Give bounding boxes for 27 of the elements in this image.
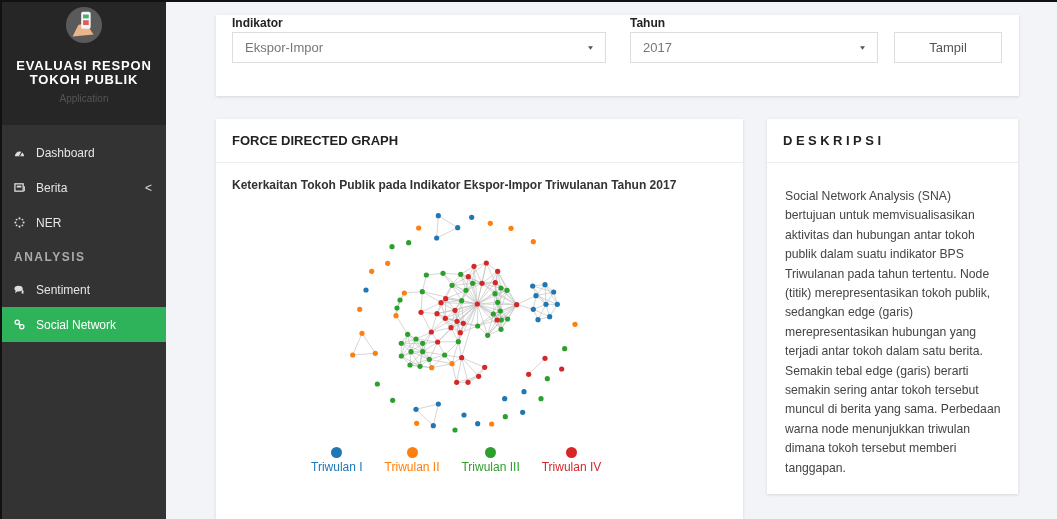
graph-subtitle: Keterkaitan Tokoh Publik pada Indikator Ekspor-Impor Triwulanan Tahun 2017 bbox=[231, 177, 678, 192]
indikator-select[interactable]: Ekspor-Impor bbox=[232, 32, 606, 63]
legend-label: Triwulan IV bbox=[541, 460, 602, 474]
caret-icon bbox=[588, 45, 593, 50]
comments-icon bbox=[14, 284, 25, 295]
field-label: Tahun bbox=[630, 16, 667, 30]
sidebar-item[interactable]: Sentiment bbox=[2, 272, 166, 307]
description-text: Social Network Analysis (SNA) bertujuan untuk memvisualisasikan aktivitas dan hubungan antar tokoh publik dalam suatu indikator BPS Triwulanan pada tahun tertentu. Node (titik) merepresentasikan tokoh publik, sedangkan edge (garis) merepresentasikan hubungan yang terjadi antar tokoh dalam satu berita. Semakin tebal edge (garis) berarti semakin sering antar tokoh tersebut muncul di berita yang sama. Perbedaan warna node menunjukkan triwulan dimana tokoh tersebut memberi tanggapan. bbox=[784, 188, 1002, 477]
field-label: Indikator bbox=[232, 16, 284, 30]
legend-label: Triwulan II bbox=[384, 460, 440, 474]
sidebar-item[interactable]: Dashboard bbox=[2, 135, 166, 170]
panel-title: FORCE DIRECTED GRAPH bbox=[232, 133, 399, 148]
chevron: < bbox=[145, 180, 152, 195]
tahun-select[interactable]: 2017 bbox=[630, 32, 878, 63]
link-icon bbox=[14, 319, 25, 330]
sidebar-item[interactable]: Berita < bbox=[2, 170, 166, 205]
show-button[interactable]: Tampil bbox=[894, 32, 1002, 63]
logo-icon bbox=[65, 6, 103, 44]
brand-title: EVALUASI RESPON TOKOH PUBLIK bbox=[15, 59, 153, 87]
spinner-icon bbox=[14, 217, 25, 228]
panel-title: DESKRIPSI bbox=[783, 133, 885, 148]
legend-label: Triwulan I bbox=[311, 460, 363, 474]
caret-icon bbox=[860, 45, 865, 50]
sidebar-item[interactable]: NER bbox=[2, 205, 166, 240]
newspaper-icon bbox=[14, 182, 25, 193]
legend-label: Triwulan III bbox=[461, 460, 520, 474]
section-heading: ANALYSIS bbox=[13, 249, 87, 266]
